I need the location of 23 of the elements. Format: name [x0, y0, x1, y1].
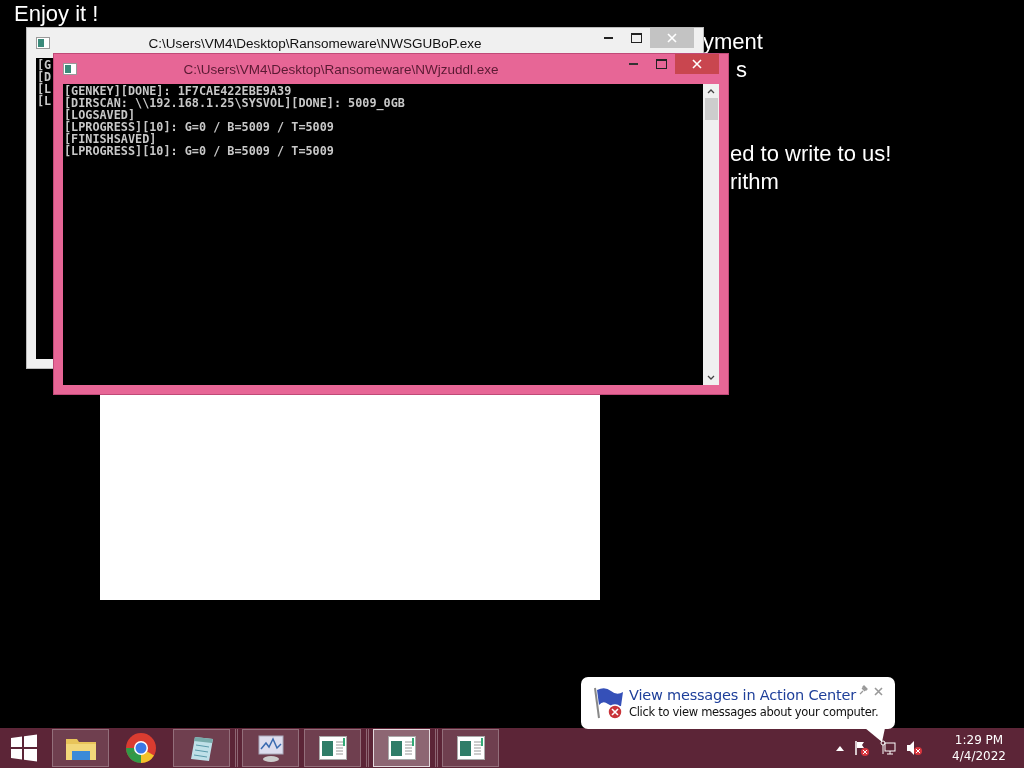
window-title: C:\Users\VM4\Desktop\Ransomeware\NWjzuddl.exe [182, 61, 500, 77]
console-line: [LPROGRESS][10]: G=0 / B=5009 / T=5009 [64, 145, 334, 157]
clock-date: 4/4/2022 [952, 748, 1006, 764]
console-line: [L [37, 83, 52, 95]
desktop-text: yment [703, 28, 763, 56]
notification-message: Click to view messages about your computer. [629, 705, 879, 719]
console-line: [G [37, 59, 52, 71]
console-line: [GENKEY][DONE]: 1F7CAE422EBE9A39 [64, 85, 292, 97]
clock[interactable]: 1:29 PM 4/4/2022 [952, 732, 1006, 764]
console-line: [FINISHSAVED] [64, 133, 157, 145]
console-line: [D [37, 71, 52, 83]
desktop-text: Enjoy it ! [14, 0, 99, 28]
console-line: [LPROGRESS][10]: G=0 / B=5009 / T=5009 [64, 121, 334, 133]
console-line: [L [37, 95, 52, 107]
console-line: [DIRSCAN: \\192.168.1.25\SYSVOL][DONE]: 5009_0GB [64, 97, 405, 109]
notification-balloon[interactable]: View messages in Action Center Click to view messages about your computer. [581, 677, 895, 729]
clock-time: 1:29 PM [954, 732, 1004, 748]
notification-title[interactable]: View messages in Action Center [629, 687, 879, 703]
console-line: [LOGSAVED] [64, 109, 136, 121]
desktop-text: s [736, 56, 747, 84]
desktop-text: ed to write to us! [730, 140, 892, 168]
window-title: C:\Users\VM4\Desktop\Ransomeware\NWSGUBoP.exe [147, 35, 483, 51]
desktop-text: rithm [730, 168, 779, 196]
